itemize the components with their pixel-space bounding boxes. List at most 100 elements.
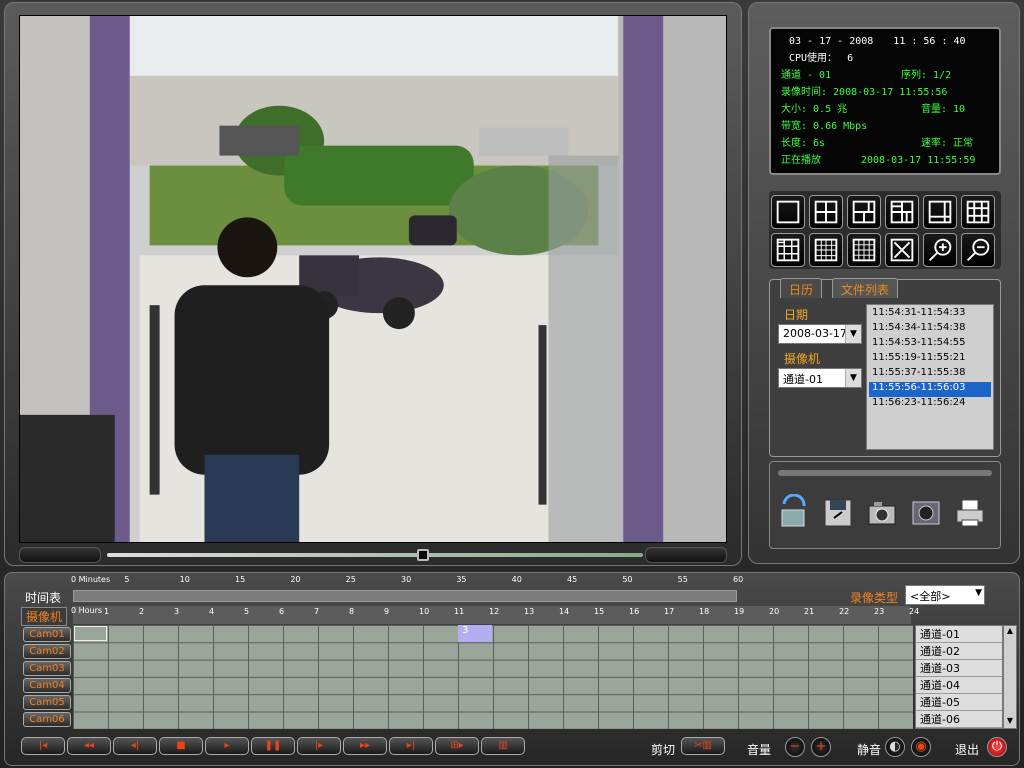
layout-8-icon[interactable]: [885, 195, 919, 229]
step-forward-icon[interactable]: |▸: [297, 737, 341, 755]
tab-calendar[interactable]: 日历: [780, 278, 823, 298]
power-icon[interactable]: ⏻: [987, 737, 1007, 757]
minute-tick-label: 45: [567, 575, 578, 584]
channel-item[interactable]: 通道-01: [916, 626, 1002, 643]
pause-icon[interactable]: ❚❚: [251, 737, 295, 755]
skip-last-icon[interactable]: ▸|: [389, 737, 433, 755]
status-cpu-label: CPU使用：: [789, 53, 838, 64]
cam-button-04[interactable]: Cam04: [23, 678, 71, 693]
status-display: 03 - 17 - 2008 11 : 56 : 40 CPU使用： 6 通道 - …: [769, 27, 1001, 175]
status-rate: 速率: 正常: [921, 138, 974, 149]
camera-label: 摄像机: [784, 352, 821, 366]
minute-tick-label: 20: [290, 575, 301, 584]
minute-tick-label: 35: [456, 575, 467, 584]
layout-16-icon[interactable]: [847, 233, 881, 267]
layout-4-icon[interactable]: [809, 195, 843, 229]
chevron-down-icon: ▼: [845, 369, 861, 387]
video-clip-icon[interactable]: [908, 494, 944, 532]
layout-13-icon[interactable]: [809, 233, 843, 267]
cut-scissors-icon[interactable]: ✂▥: [681, 737, 725, 755]
sync-network-icon[interactable]: [776, 494, 812, 532]
frame-grid-icon[interactable]: ⊞▸: [435, 737, 479, 755]
minute-tick-label: 10: [179, 575, 190, 584]
cam-button-03[interactable]: Cam03: [23, 661, 71, 676]
channel-scrollbar[interactable]: ▲ ▼: [1003, 625, 1017, 729]
hour-tick-label: 23: [874, 607, 885, 616]
channel-list: 通道-01 通道-02 通道-03 通道-04 通道-05 通道-06: [915, 625, 1003, 729]
speaker-icon[interactable]: ◐: [885, 737, 905, 757]
list-item[interactable]: 11:54:31-11:54:33: [869, 307, 991, 322]
channel-item[interactable]: 通道-06: [916, 711, 1002, 728]
scroll-down-icon[interactable]: ▼: [1004, 716, 1016, 728]
skip-first-icon[interactable]: |◂: [21, 737, 65, 755]
minutes-timeline[interactable]: [73, 590, 737, 602]
hours-label: 0 Hours: [71, 606, 103, 615]
channel-item[interactable]: 通道-02: [916, 643, 1002, 660]
status-channel: 通道 - 01: [781, 70, 832, 81]
minute-tick-label: 30: [401, 575, 412, 584]
status-rec-time: 录像时间: 2008-03-17 11:55:56: [781, 87, 948, 98]
hour-tick-label: 18: [699, 607, 710, 616]
list-item[interactable]: 11:55:19-11:55:21: [869, 352, 991, 367]
save-disk-icon[interactable]: [820, 494, 856, 532]
fullscreen-icon[interactable]: [885, 233, 919, 267]
playback-progress-track[interactable]: [107, 553, 643, 557]
zoom-in-icon[interactable]: [923, 233, 957, 267]
mute-icon[interactable]: ◉: [911, 737, 931, 757]
play-icon[interactable]: ▸: [205, 737, 249, 755]
rec-type-select[interactable]: <全部> ▼: [905, 585, 985, 605]
recording-schedule-grid[interactable]: [73, 625, 913, 729]
channel-item[interactable]: 通道-05: [916, 694, 1002, 711]
layout-1-icon[interactable]: [771, 195, 805, 229]
tab-file-list[interactable]: 文件列表: [832, 278, 899, 298]
status-playing: 正在播放: [781, 155, 821, 166]
channel-item[interactable]: 通道-03: [916, 660, 1002, 677]
list-item[interactable]: 11:54:34-11:54:38: [869, 322, 991, 337]
layout-10-icon[interactable]: [771, 233, 805, 267]
list-item[interactable]: 11:56:23-11:56:24: [869, 397, 991, 412]
volume-up-icon[interactable]: +: [811, 737, 831, 757]
layout-9-icon[interactable]: [961, 195, 995, 229]
hour-tick-label: 4: [209, 607, 215, 616]
fast-forward-icon[interactable]: ▸▸: [343, 737, 387, 755]
list-item[interactable]: 11:54:53-11:54:55: [869, 337, 991, 352]
status-volume: 音量: 10: [921, 104, 966, 115]
video-view[interactable]: [19, 15, 727, 543]
date-select[interactable]: 2008-03-17 ▼: [778, 324, 862, 344]
layout-6-icon[interactable]: [847, 195, 881, 229]
hour-tick-label: 22: [839, 607, 850, 616]
cam-button-05[interactable]: Cam05: [23, 695, 71, 710]
playback-progress-thumb[interactable]: [417, 549, 429, 561]
cam-button-06[interactable]: Cam06: [23, 712, 71, 727]
hour-tick-label: 19: [734, 607, 745, 616]
volume-down-icon[interactable]: −: [785, 737, 805, 757]
zoom-out-icon[interactable]: [961, 233, 995, 267]
recording-block[interactable]: 3: [458, 625, 492, 642]
fast-rewind-icon[interactable]: ◂◂: [67, 737, 111, 755]
list-item-selected[interactable]: 11:55:56-11:56:03: [869, 382, 991, 397]
search-panel: 日历 文件列表 日期 2008-03-17 ▼ 摄像机 通道-01 ▼ 11:5…: [769, 278, 1001, 457]
hour-tick-label: 7: [314, 607, 320, 616]
list-item[interactable]: 11:55:37-11:55:38: [869, 367, 991, 382]
scroll-up-icon[interactable]: ▲: [1004, 626, 1016, 638]
camera-select[interactable]: 通道-01 ▼: [778, 368, 862, 388]
hour-tick-label: 10: [419, 607, 430, 616]
printer-icon[interactable]: [952, 494, 988, 532]
film-icon[interactable]: ▥: [481, 737, 525, 755]
snapshot-camera-icon[interactable]: [864, 494, 900, 532]
stop-icon[interactable]: ■: [159, 737, 203, 755]
hour-tick-label: 3: [174, 607, 180, 616]
hour-tick-label: 24: [909, 607, 920, 616]
cam-button-01[interactable]: Cam01: [23, 627, 71, 642]
cam-button-02[interactable]: Cam02: [23, 644, 71, 659]
layout-main-sub-icon[interactable]: [923, 195, 957, 229]
hour-tick-label: 14: [559, 607, 570, 616]
schedule-label: 时间表: [25, 591, 62, 605]
status-seq: 序列: 1/2: [901, 70, 952, 81]
hour-tick-label: 5: [244, 607, 250, 616]
exit-label: 退出: [955, 743, 980, 757]
channel-item[interactable]: 通道-04: [916, 677, 1002, 694]
hour-tick-label: 16: [629, 607, 640, 616]
hour-tick-label: 11: [454, 607, 465, 616]
step-back-icon[interactable]: ◂|: [113, 737, 157, 755]
